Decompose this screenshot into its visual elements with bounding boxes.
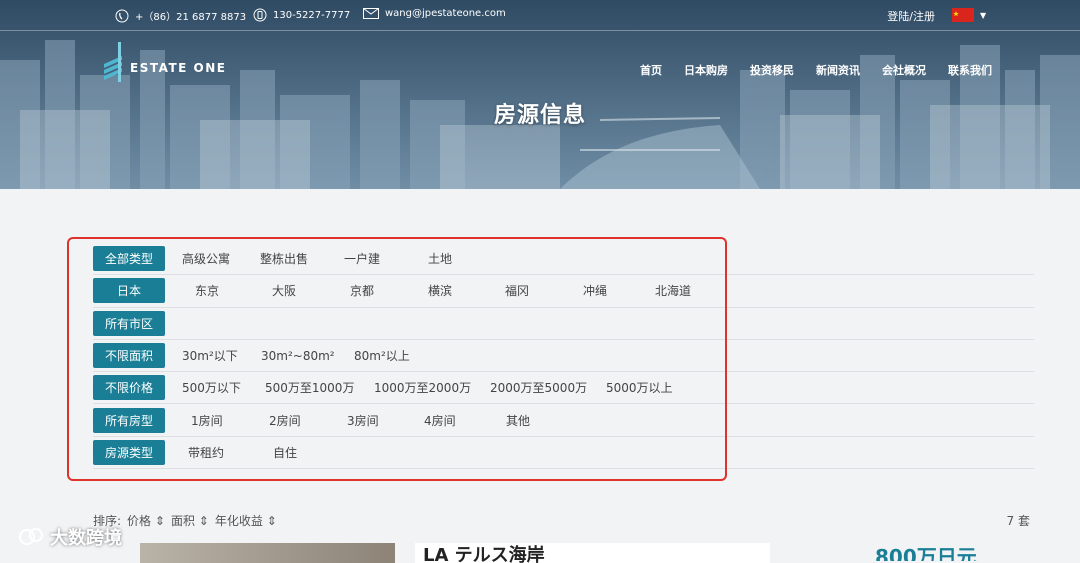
phone-contact[interactable]: +（86）21 6877 8873 xyxy=(115,8,246,23)
phone-icon xyxy=(115,9,129,22)
sort-by-price[interactable]: 价格 ⇕ xyxy=(127,512,165,529)
language-dropdown-caret-icon[interactable]: ▼ xyxy=(980,11,986,20)
site-logo[interactable]: ESTATE ONE xyxy=(102,40,226,84)
logo-text: ESTATE ONE xyxy=(130,61,227,75)
mobile-icon xyxy=(253,8,267,22)
sort-key-label: 年化收益 xyxy=(214,514,263,528)
watermark-text: 大数跨境 xyxy=(50,528,122,549)
nav-home[interactable]: 首页 xyxy=(640,62,662,78)
page-title: 房源信息 xyxy=(493,103,586,128)
phone-number: +（86）21 6877 8873 xyxy=(135,12,247,23)
flag-star-icon xyxy=(953,11,959,17)
mail-icon xyxy=(363,8,379,19)
sort-arrows-icon: ⇕ xyxy=(198,514,209,528)
mobile-contact[interactable]: 130-5227-7777 xyxy=(253,8,350,22)
listing-photo[interactable] xyxy=(140,543,395,563)
estate-one-logo-icon xyxy=(104,42,122,82)
result-count: 7 套 xyxy=(1006,514,1030,528)
sort-by-area[interactable]: 面积 ⇕ xyxy=(171,512,209,529)
login-register-link[interactable]: 登陆/注册 xyxy=(887,8,935,24)
highlight-box xyxy=(67,237,727,481)
watermark: 大数跨境 xyxy=(18,524,122,550)
china-flag-icon[interactable] xyxy=(952,8,974,22)
listing-title[interactable]: LA テルス海岸 xyxy=(415,543,770,563)
hero-banner: +（86）21 6877 8873 130-5227-7777 wang@jpe… xyxy=(0,0,1080,189)
sort-key-label: 面积 xyxy=(170,514,195,528)
nav-news[interactable]: 新闻资讯 xyxy=(816,62,860,78)
sort-by-yield[interactable]: 年化收益 ⇕ xyxy=(215,512,277,529)
nav-japan-property[interactable]: 日本购房 xyxy=(684,62,728,78)
listing-card[interactable]: LA テルス海岸 800万日元 xyxy=(0,543,1080,563)
sort-arrows-icon: ⇕ xyxy=(266,514,277,528)
sort-key-label: 价格 xyxy=(127,514,152,528)
main-nav: 首页 日本购房 投资移民 新闻资讯 会社概况 联系我们 xyxy=(640,62,992,78)
nav-company[interactable]: 会社概况 xyxy=(882,62,926,78)
watermark-logo-icon xyxy=(19,528,43,545)
nav-contact[interactable]: 联系我们 xyxy=(948,62,992,78)
mobile-number: 130-5227-7777 xyxy=(273,9,351,21)
email-address: wang@jpestateone.com xyxy=(385,8,506,19)
nav-investment-immigration[interactable]: 投资移民 xyxy=(750,62,794,78)
email-contact[interactable]: wang@jpestateone.com xyxy=(363,8,506,19)
sort-arrows-icon: ⇕ xyxy=(154,514,165,528)
